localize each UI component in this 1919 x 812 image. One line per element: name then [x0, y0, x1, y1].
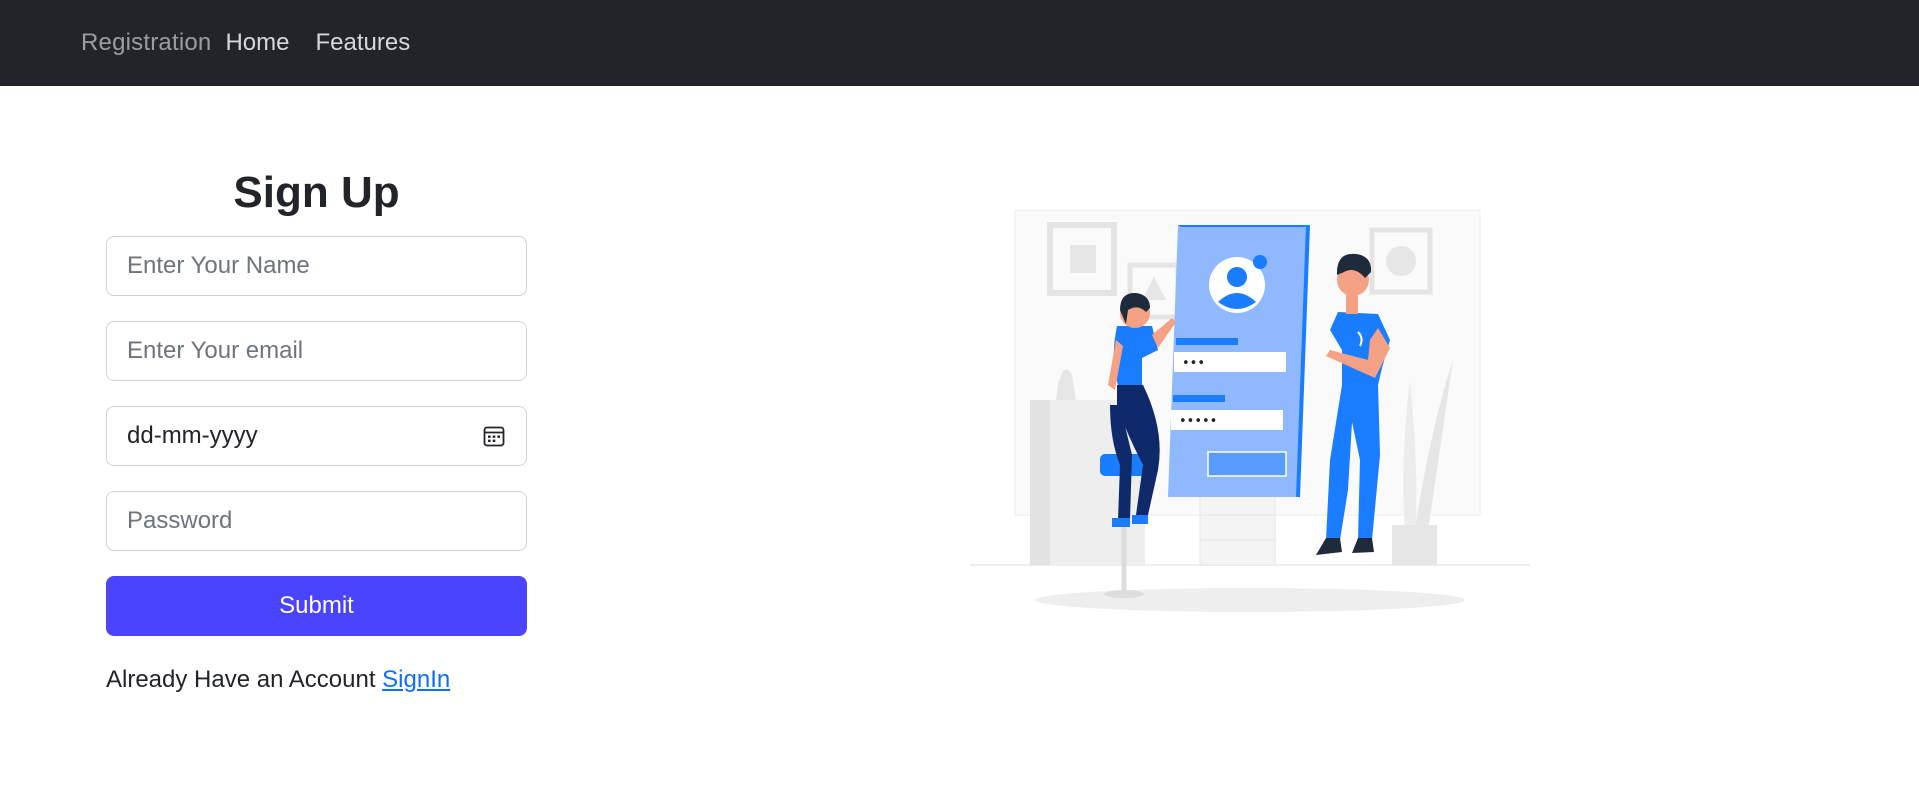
date-value: dd-mm-yyyy [127, 422, 258, 449]
password-input[interactable] [106, 491, 527, 551]
navbar-brand[interactable]: Registration [81, 29, 211, 57]
name-input[interactable] [106, 236, 527, 296]
password-dots-1: ••• [1182, 356, 1205, 371]
calendar-icon[interactable] [482, 424, 506, 448]
nav-link-home[interactable]: Home [225, 29, 289, 57]
signup-illustration: ••• ••••• [970, 209, 1530, 612]
date-of-birth-input[interactable]: dd-mm-yyyy [106, 406, 527, 466]
password-dots-2: ••••• [1179, 414, 1217, 429]
signin-prompt: Already Have an Account SignIn [106, 666, 527, 694]
nav-link-features[interactable]: Features [316, 29, 411, 57]
signin-link[interactable]: SignIn [382, 666, 450, 693]
top-navbar: Registration Home Features [0, 0, 1919, 86]
signup-form: Sign Up dd-mm-yyyy Submit Already Have a… [106, 160, 527, 694]
email-input[interactable] [106, 321, 527, 381]
page-title: Sign Up [233, 168, 400, 217]
submit-button[interactable]: Submit [106, 576, 527, 636]
account-text: Already Have an Account [106, 666, 383, 693]
